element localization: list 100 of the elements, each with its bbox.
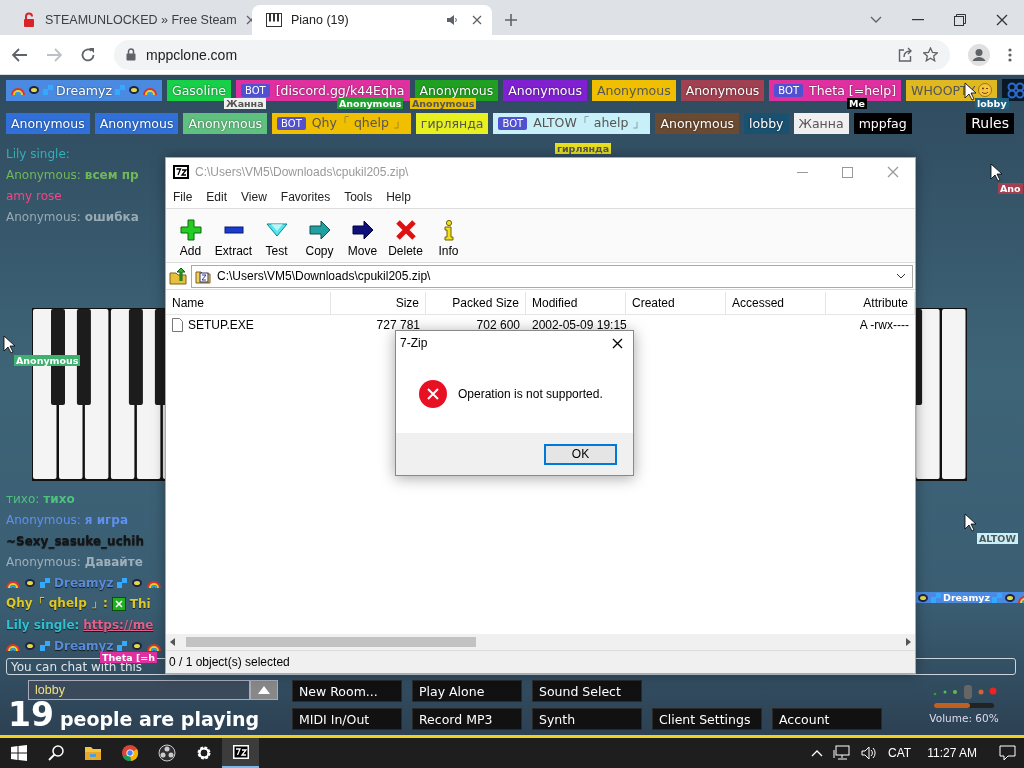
windows-icon[interactable] xyxy=(10,745,27,761)
toolbar-button[interactable]: Info xyxy=(427,219,470,258)
toolbar-button[interactable]: Extract xyxy=(212,219,255,258)
menu-button[interactable]: Account xyxy=(772,708,882,730)
close-icon[interactable] xyxy=(472,15,482,25)
network-icon[interactable] xyxy=(833,745,852,761)
cursor-label: Me xyxy=(847,98,867,109)
ok-button[interactable]: OK xyxy=(544,443,617,465)
expand-button[interactable] xyxy=(250,680,278,700)
menu-icon[interactable] xyxy=(1008,47,1012,62)
profile-icon[interactable] xyxy=(968,43,990,66)
menu-button[interactable]: Client Settings xyxy=(652,708,762,730)
browser-icon[interactable] xyxy=(120,744,139,762)
chat-message: тихо xyxy=(43,491,75,506)
toolbar-button[interactable]: Copy xyxy=(298,219,341,258)
minimize-icon[interactable] xyxy=(912,19,924,21)
volume-slider[interactable] xyxy=(934,703,994,708)
browser-tab[interactable]: STEAMUNLOCKED » Free Steam xyxy=(8,5,248,35)
cursor-icon xyxy=(990,163,1003,182)
chat-username: Qhy「 qhelp 」: xyxy=(6,595,108,612)
column-header[interactable]: Modified xyxy=(526,292,626,314)
horizontal-scrollbar[interactable] xyxy=(166,634,915,650)
player-tag: Anonymous xyxy=(503,79,587,101)
move-icon xyxy=(351,219,374,241)
menu-item[interactable]: Help xyxy=(379,190,418,204)
scroll-right-icon xyxy=(905,638,911,646)
browser-tab[interactable]: Piano (19) xyxy=(252,5,492,35)
close-icon[interactable] xyxy=(996,14,1008,26)
notification-icon[interactable] xyxy=(999,745,1016,761)
menu-button[interactable]: Record MP3 xyxy=(412,708,522,730)
fish-icon xyxy=(131,640,144,651)
chevron-down-icon[interactable] xyxy=(896,273,906,279)
path-field[interactable]: C:\Users\VM5\Downloads\cpukil205.zip\ xyxy=(191,264,913,288)
piano-keyboard[interactable] xyxy=(916,308,967,481)
close-icon[interactable] xyxy=(612,337,623,349)
record-icon[interactable] xyxy=(157,744,176,762)
menu-button[interactable]: Synth xyxy=(532,708,642,730)
player-tag: mppfag xyxy=(853,112,912,134)
player-tag: Dreamyz xyxy=(6,79,162,101)
menu-button[interactable]: New Room... xyxy=(292,680,402,702)
folder-icon[interactable] xyxy=(83,744,102,762)
scroll-left-icon xyxy=(170,638,176,646)
player-tag: Anonymous xyxy=(94,112,179,134)
column-header[interactable]: Created xyxy=(626,292,726,314)
menu-item[interactable]: Tools xyxy=(337,190,380,204)
sleep-icon xyxy=(40,577,50,588)
app-icon[interactable] xyxy=(231,743,250,761)
language-indicator[interactable]: CAT xyxy=(888,746,912,760)
chat-username: Dreamyz xyxy=(54,575,114,590)
error-icon xyxy=(418,379,448,409)
menu-button[interactable]: MIDI In/Out xyxy=(292,708,402,730)
sleep-icon xyxy=(115,85,125,95)
scroll-thumb[interactable] xyxy=(186,637,476,647)
toolbar-button[interactable]: Add xyxy=(169,219,212,258)
toolbar-button[interactable]: Delete xyxy=(384,219,427,258)
maximize-icon[interactable] xyxy=(842,166,853,178)
chevron-up-icon[interactable] xyxy=(811,749,824,757)
column-header[interactable]: Packed Size xyxy=(426,292,526,314)
star-icon[interactable] xyxy=(923,47,938,62)
back-icon[interactable] xyxy=(12,47,28,62)
column-header[interactable]: Attribute xyxy=(826,292,915,314)
address-bar[interactable]: mppclone.com xyxy=(114,39,950,70)
logo-icon[interactable] xyxy=(1002,79,1024,101)
menu-item[interactable]: Edit xyxy=(199,190,235,204)
reload-icon[interactable] xyxy=(80,46,96,63)
chat-message: ошибка xyxy=(84,209,139,224)
chat-message: Давайте xyxy=(84,554,143,569)
toolbar-button[interactable]: Move xyxy=(341,219,384,258)
chat-username: тихо: xyxy=(6,491,40,506)
plus-icon[interactable] xyxy=(504,13,518,27)
bot-badge: BOT xyxy=(498,116,528,130)
chat-username: Lily single: xyxy=(6,617,80,632)
padlock-icon xyxy=(126,48,136,61)
padlock-icon xyxy=(22,12,36,28)
chat-username: Anonymous: xyxy=(6,512,81,527)
rules-button[interactable]: Rules xyxy=(966,112,1014,134)
player-tag: lobby xyxy=(744,112,789,134)
speaker-icon[interactable] xyxy=(861,746,879,760)
chat-message: всем пр xyxy=(84,167,139,182)
column-header[interactable]: Size xyxy=(331,292,426,314)
menu-button[interactable]: Play Alone xyxy=(412,680,522,702)
column-header[interactable]: Accessed xyxy=(726,292,826,314)
folder-up-icon[interactable] xyxy=(169,267,187,285)
menu-item[interactable]: File xyxy=(166,190,200,204)
menu-item[interactable]: Favorites xyxy=(273,190,338,204)
cursor-label: Dreamyz xyxy=(915,592,1024,603)
menu-item[interactable]: View xyxy=(234,190,274,204)
cursor-label: Anonymous xyxy=(14,355,81,366)
status-text: 0 / 1 object(s) selected xyxy=(169,655,290,669)
clock[interactable]: 11:27 AM xyxy=(927,746,977,760)
search-icon[interactable] xyxy=(47,745,64,761)
rainbow-icon xyxy=(11,85,25,95)
share-icon[interactable] xyxy=(898,47,913,62)
restore-icon[interactable] xyxy=(954,14,966,26)
toolbar-button[interactable]: Test xyxy=(255,219,298,258)
column-header[interactable]: Name xyxy=(166,292,331,314)
file-row[interactable]: SETUP.EXE 727 781 702 600 2002-05-09 19:15 A -rwx---- xyxy=(166,315,915,335)
app-icon xyxy=(173,165,189,179)
menu-button[interactable]: Sound Select xyxy=(532,680,642,702)
room-select[interactable]: lobby xyxy=(28,680,250,700)
